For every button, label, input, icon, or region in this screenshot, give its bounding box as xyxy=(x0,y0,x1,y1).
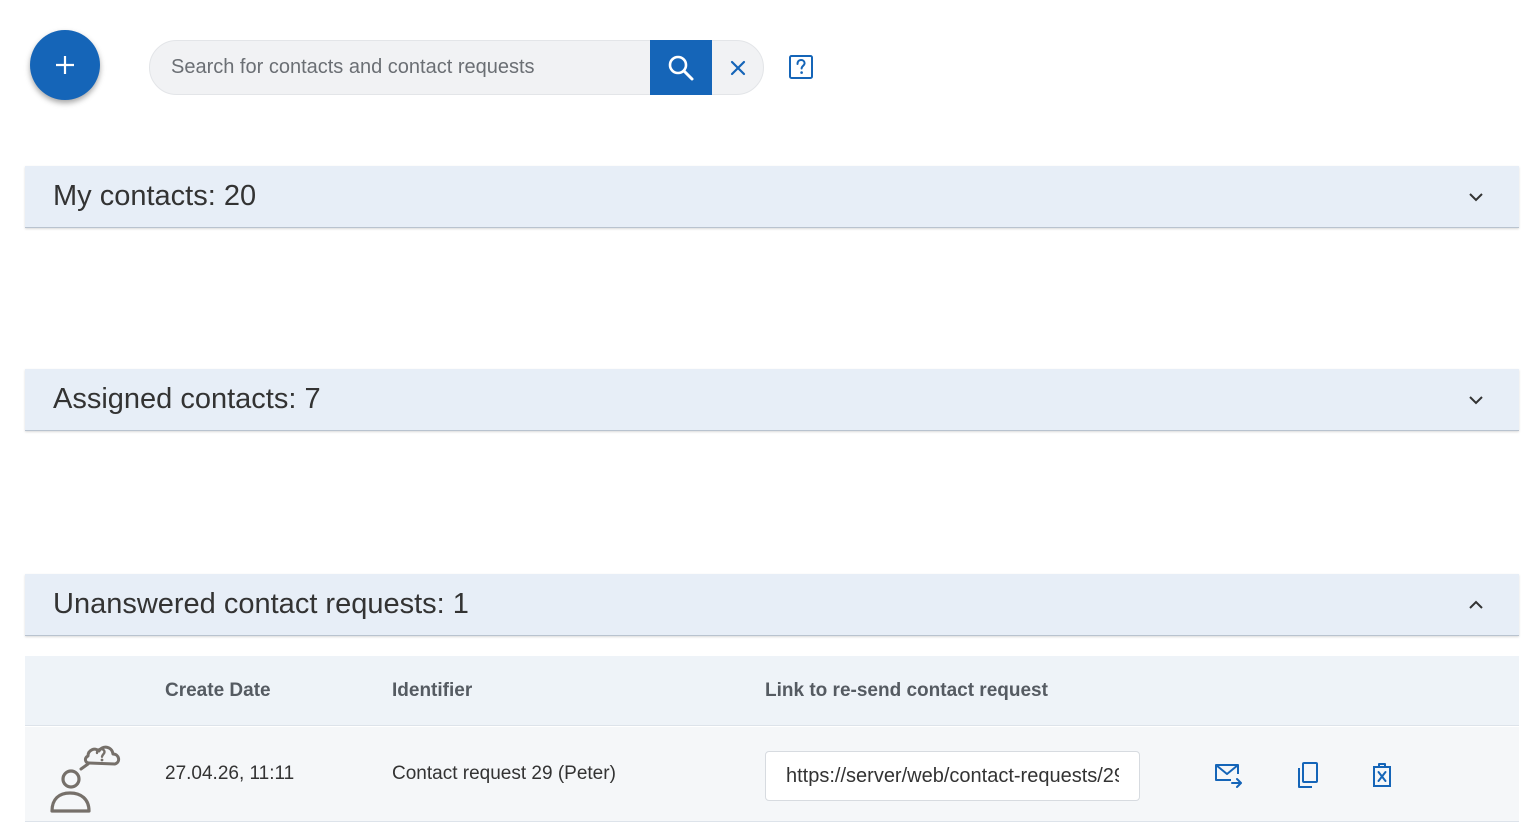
requests-table-header: Create Date Identifier Link to re-send c… xyxy=(25,656,1519,726)
create-date: 27.04.26, 11:11 xyxy=(165,763,295,784)
magnifier-icon xyxy=(668,55,694,80)
add-contact-button[interactable] xyxy=(30,30,100,100)
help-icon xyxy=(789,55,813,79)
copy-link-button[interactable] xyxy=(1290,758,1324,792)
search-input[interactable] xyxy=(150,41,650,94)
resend-link-field[interactable] xyxy=(765,751,1140,801)
close-icon xyxy=(730,60,746,75)
search-bar xyxy=(149,40,764,95)
column-header-identifier: Identifier xyxy=(392,680,473,701)
send-mail-icon xyxy=(1215,764,1242,788)
section-my-contacts[interactable]: My contacts: 20 xyxy=(25,166,1519,228)
chevron-up-icon xyxy=(1461,590,1491,620)
section-title: My contacts: 20 xyxy=(53,180,257,212)
plus-icon xyxy=(56,56,74,74)
chevron-down-icon xyxy=(1461,182,1491,212)
identifier: Contact request 29 (Peter) xyxy=(392,763,616,784)
section-assigned-contacts[interactable]: Assigned contacts: 7 xyxy=(25,369,1519,431)
help-button[interactable] xyxy=(788,54,814,80)
section-unanswered-requests[interactable]: Unanswered contact requests: 1 xyxy=(25,574,1519,636)
clear-search-button[interactable] xyxy=(712,41,764,94)
column-header-link: Link to re-send contact request xyxy=(765,680,1048,701)
send-mail-button[interactable] xyxy=(1211,758,1245,792)
delete-request-button[interactable] xyxy=(1365,758,1399,792)
copy-icon xyxy=(1298,762,1318,788)
delete-icon xyxy=(1373,763,1391,787)
section-title: Assigned contacts: 7 xyxy=(53,383,321,415)
search-button[interactable] xyxy=(650,40,712,95)
section-title: Unanswered contact requests: 1 xyxy=(53,588,469,620)
chevron-down-icon xyxy=(1461,385,1491,415)
unknown-contact-icon xyxy=(47,735,127,820)
table-row: 27.04.26, 11:11 Contact request 29 (Pete… xyxy=(25,727,1519,822)
column-header-create-date: Create Date xyxy=(165,680,271,701)
